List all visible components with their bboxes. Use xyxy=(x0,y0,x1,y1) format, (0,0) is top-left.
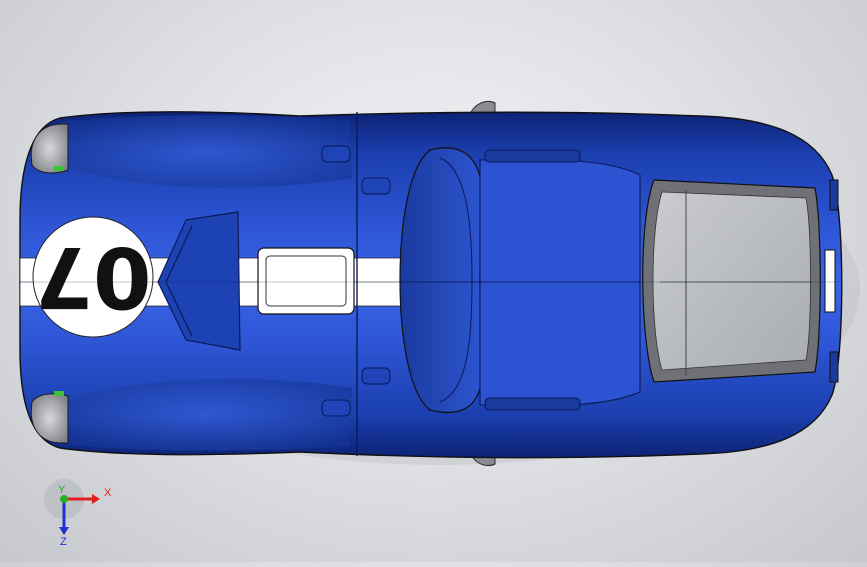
cad-viewport[interactable]: 07 X Y Z xyxy=(0,0,867,562)
indicator-right xyxy=(54,391,64,396)
tail-light-bar xyxy=(824,249,836,313)
tail-lamp-right xyxy=(829,351,839,383)
indicator-left xyxy=(54,166,64,171)
door-window-left xyxy=(484,149,581,163)
wiper-right xyxy=(321,399,351,417)
y-axis-label: Y xyxy=(58,484,66,496)
door-window-right xyxy=(484,397,581,411)
wiper-left xyxy=(321,145,351,163)
front-left-fender xyxy=(60,115,352,188)
hood-vent xyxy=(257,247,355,315)
tail-lamp-left xyxy=(829,179,839,211)
axis-triad: X Y Z xyxy=(44,479,112,548)
x-axis-label: X xyxy=(104,487,112,499)
headlight-left xyxy=(30,123,69,174)
headlight-right xyxy=(30,393,69,444)
y-axis-dot xyxy=(60,495,68,503)
race-number: 07 xyxy=(35,228,152,326)
bump-left xyxy=(361,177,391,195)
car-top-view-drawing: 07 X Y Z xyxy=(19,100,860,548)
windshield xyxy=(399,147,484,414)
bump-right xyxy=(361,367,391,385)
roof xyxy=(479,158,641,407)
z-axis-label: Z xyxy=(60,536,67,548)
